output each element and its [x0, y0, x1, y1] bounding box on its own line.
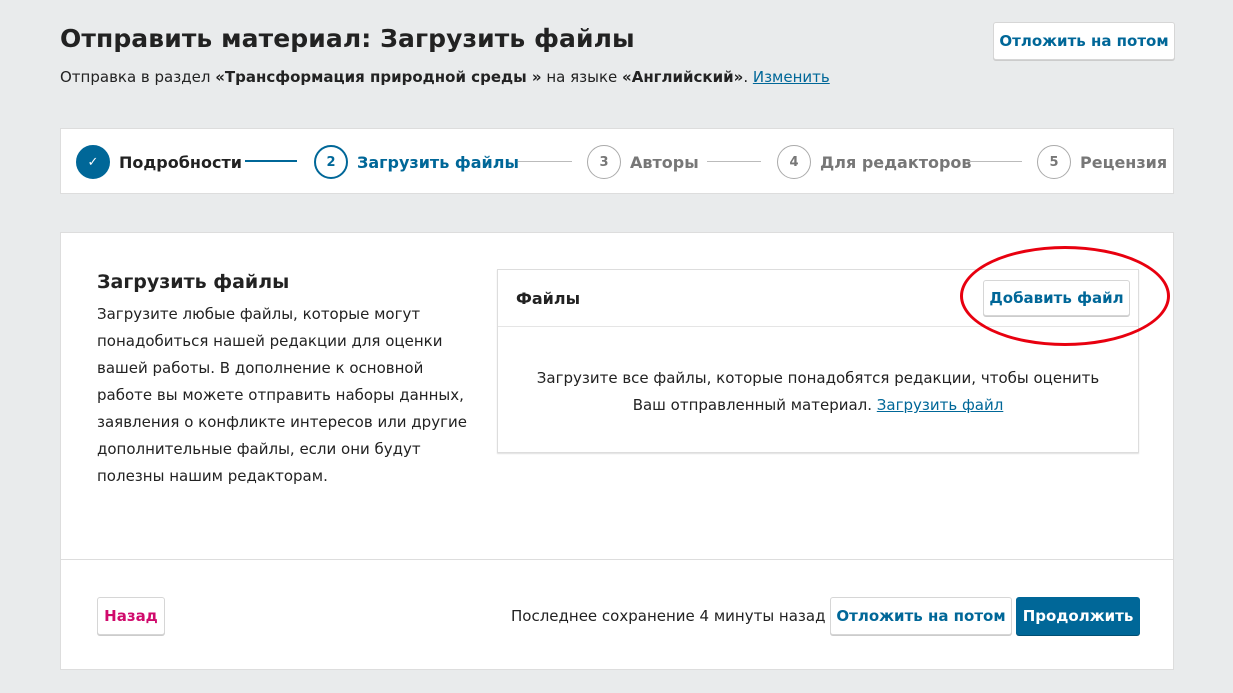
empty-line-2: Ваш отправленный материал. Загрузить фай… — [498, 392, 1138, 419]
files-title: Файлы — [516, 289, 581, 308]
step-label: Подробности — [119, 152, 242, 172]
step-label: Загрузить файлы — [357, 152, 519, 172]
page-title: Отправить материал: Загрузить файлы — [60, 24, 635, 53]
back-button[interactable]: Назад — [97, 597, 165, 635]
upload-file-link[interactable]: Загрузить файл — [877, 396, 1004, 414]
checkmark-icon: ✓ — [76, 145, 110, 179]
step-connector — [245, 160, 297, 162]
files-card: Файлы Добавить файл Загрузите все файлы,… — [497, 246, 1170, 453]
step-number: 4 — [777, 145, 811, 179]
main-panel: Загрузить файлы Загрузите любые файлы, к… — [60, 232, 1174, 670]
subtitle-mid: на языке — [541, 68, 623, 86]
files-header: Файлы Добавить файл — [498, 246, 1170, 346]
save-for-later-button-bottom[interactable]: Отложить на потом — [830, 597, 1012, 635]
section-description: Загрузите любые файлы, которые могут пон… — [97, 305, 467, 485]
steps-progress: ✓ Подробности 2 Загрузить файлы 3 Авторы… — [60, 128, 1174, 194]
section-title: Загрузить файлы — [97, 271, 290, 293]
subtitle-prefix: Отправка в раздел — [60, 68, 216, 86]
step-connector — [968, 161, 1022, 162]
step-number: 3 — [587, 145, 621, 179]
footer-divider — [61, 559, 1173, 560]
step-number: 2 — [314, 145, 348, 179]
add-file-button[interactable]: Добавить файл — [983, 280, 1130, 316]
language-name: «Английский» — [622, 68, 744, 86]
step-upload-files[interactable]: 2 Загрузить файлы — [314, 145, 519, 179]
last-saved-status: Последнее сохранение 4 минуты назад — [511, 607, 826, 625]
step-connector — [518, 161, 572, 162]
step-connector — [707, 161, 761, 162]
change-link[interactable]: Изменить — [753, 68, 830, 86]
step-number: 5 — [1037, 145, 1071, 179]
files-empty-message: Загрузите все файлы, которые понадобятся… — [498, 365, 1138, 419]
empty-line-1: Загрузите все файлы, которые понадобятся… — [536, 369, 1100, 387]
step-label: Рецензия — [1080, 152, 1168, 172]
save-for-later-button[interactable]: Отложить на потом — [993, 22, 1175, 60]
empty-line-2-text: Ваш отправленный материал. — [632, 396, 877, 414]
step-review[interactable]: 5 Рецензия — [1037, 145, 1167, 179]
section-name: «Трансформация природной среды » — [215, 68, 542, 86]
continue-button[interactable]: Продолжить — [1016, 597, 1140, 635]
step-authors[interactable]: 3 Авторы — [587, 145, 699, 179]
step-details[interactable]: ✓ Подробности — [76, 145, 242, 179]
step-label: Авторы — [630, 152, 699, 172]
subtitle-dot: . — [743, 68, 753, 86]
submission-subtitle: Отправка в раздел «Трансформация природн… — [60, 68, 830, 86]
step-for-editors[interactable]: 4 Для редакторов — [777, 145, 972, 179]
step-label: Для редакторов — [820, 152, 972, 172]
